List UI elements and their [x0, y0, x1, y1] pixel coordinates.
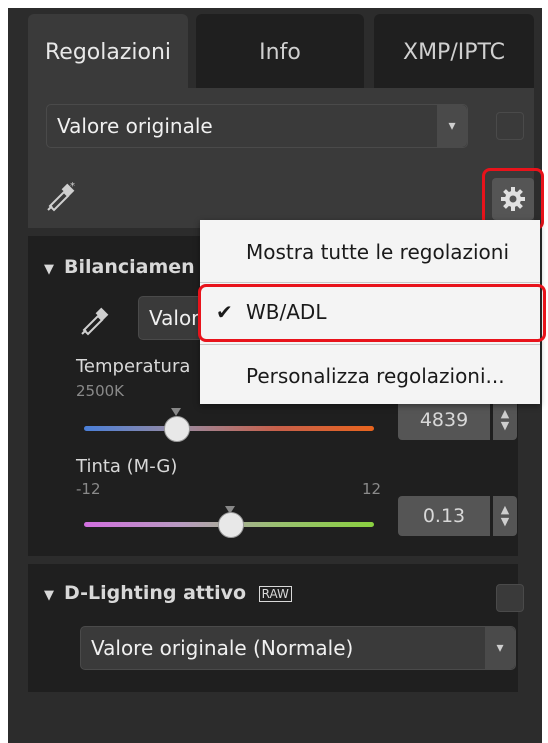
- wb-adl-highlight: [198, 284, 546, 342]
- menu-divider: [200, 344, 540, 345]
- eyedropper-icon[interactable]: *: [44, 180, 78, 212]
- adl-title: D-Lighting attivo: [64, 582, 247, 604]
- tab-xmp-iptc[interactable]: XMP/IPTC: [374, 14, 534, 90]
- collapse-triangle-icon: ▼: [44, 588, 54, 603]
- tint-stepper[interactable]: ▲ ▼: [493, 496, 517, 536]
- tint-label: Tinta (M-G): [76, 456, 178, 477]
- down-arrow-icon[interactable]: ▼: [501, 516, 509, 528]
- adl-checkbox[interactable]: [496, 584, 524, 612]
- wb-eyedropper-icon[interactable]: [78, 304, 112, 336]
- tint-value[interactable]: 0.13: [398, 496, 490, 536]
- raw-badge: RAW: [258, 585, 292, 602]
- tab-info[interactable]: Info: [196, 14, 364, 90]
- tint-min-label: -12: [76, 480, 101, 498]
- menu-item-label: Mostra tutte le regolazioni: [246, 240, 510, 264]
- adl-dropdown[interactable]: Valore originale (Normale) ▾: [80, 626, 516, 670]
- tab-regolazioni[interactable]: Regolazioni: [28, 14, 188, 90]
- svg-text:*: *: [70, 181, 75, 192]
- temperature-label: Temperatura: [76, 356, 191, 377]
- screenshot-frame: Regolazioni Info XMP/IPTC Valore origina…: [0, 0, 548, 743]
- adl-section-header[interactable]: ▼ D-Lighting attivo RAW: [44, 582, 292, 604]
- temperature-stepper[interactable]: ▲ ▼: [493, 400, 517, 440]
- temperature-slider-thumb[interactable]: [164, 416, 190, 442]
- tint-spinbox[interactable]: 0.13 ▲ ▼: [398, 496, 518, 536]
- menu-item-label: Personalizza regolazioni...: [246, 364, 505, 388]
- preset-dropdown-value: Valore originale: [57, 114, 213, 138]
- chevron-down-icon: ▾: [485, 627, 515, 669]
- temperature-spinbox[interactable]: 4839 ▲ ▼: [398, 400, 518, 440]
- tab-label: XMP/IPTC: [403, 39, 505, 65]
- wb-dropdown-value: Valor: [149, 306, 200, 330]
- menu-divider: [200, 282, 540, 283]
- temperature-slider-track[interactable]: [84, 426, 374, 431]
- wb-section-header[interactable]: ▼ Bilanciamen: [44, 256, 195, 278]
- temperature-min-label: 2500K: [76, 382, 125, 400]
- tint-slider-thumb[interactable]: [218, 512, 244, 538]
- tint-max-label: 12: [362, 480, 382, 498]
- wb-title: Bilanciamen: [64, 256, 195, 278]
- chevron-down-icon: ▾: [437, 105, 467, 147]
- preset-dropdown[interactable]: Valore originale ▾: [46, 104, 468, 148]
- tab-label: Info: [259, 39, 301, 65]
- tab-label: Regolazioni: [44, 39, 172, 65]
- adl-dropdown-value: Valore originale (Normale): [91, 636, 354, 660]
- down-arrow-icon[interactable]: ▼: [501, 420, 509, 432]
- temperature-default-marker: [171, 408, 181, 416]
- collapse-triangle-icon: ▼: [44, 262, 54, 277]
- temperature-value[interactable]: 4839: [398, 400, 490, 440]
- preset-checkbox[interactable]: [496, 112, 524, 140]
